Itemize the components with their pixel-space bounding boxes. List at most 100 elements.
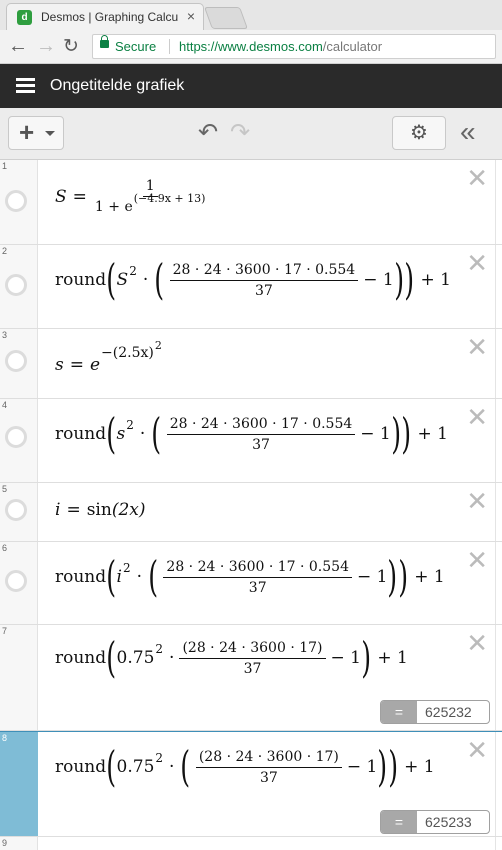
settings-button[interactable]: ⚙: [392, 116, 446, 150]
undo-button[interactable]: ↶: [198, 118, 218, 147]
address-bar[interactable]: Secure https://www.desmos.com/calculator: [92, 34, 496, 59]
frac-numerator: 28 · 24 · 3600 · 17 · 0.554: [163, 559, 352, 578]
math-fraction: 28 · 24 · 3600 · 17 · 0.554 37: [169, 262, 359, 299]
collapse-list-button[interactable]: «: [460, 116, 476, 148]
plus-icon: +: [19, 117, 35, 147]
math-exponent: 2: [155, 751, 164, 765]
math-fraction: (28 · 24 · 3600 · 17) 37: [179, 640, 326, 677]
math-field[interactable]: round(0.75 2 ·( (28 · 24 · 3600 · 17) 37 −…: [55, 746, 435, 788]
math-var: s: [55, 355, 64, 375]
tab-title: Desmos | Graphing Calcu: [41, 10, 179, 24]
math-field[interactable]: round(s 2 ·( 28 · 24 · 3600 · 17 · 0.554 3…: [55, 413, 448, 455]
expression-gutter: 3: [0, 329, 38, 398]
add-item-button[interactable]: +: [8, 116, 64, 150]
back-button[interactable]: ←: [8, 35, 28, 58]
evaluation-result: = 625233: [380, 810, 490, 834]
math-fraction: 1 1 + e(−4.9x + 13): [92, 178, 209, 215]
math-base: 0.75: [116, 757, 155, 777]
frac-numerator: (28 · 24 · 3600 · 17): [195, 749, 342, 768]
math-minus-one: − 1: [360, 424, 391, 444]
url-text[interactable]: https://www.desmos.com/calculator: [179, 39, 382, 54]
math-base: 0.75: [116, 648, 155, 668]
expression-row-selected[interactable]: 8 round(0.75 2 ·( (28 · 24 · 3600 · 17) 37…: [0, 731, 502, 837]
math-fn: round: [55, 424, 107, 444]
expression-toolbar: + ↶ ↷ ⚙ «: [0, 108, 502, 160]
delete-expression-icon[interactable]: ✕: [466, 250, 488, 276]
delete-expression-icon[interactable]: ✕: [466, 737, 488, 763]
delete-expression-icon[interactable]: ✕: [466, 488, 488, 514]
math-fn: round: [55, 757, 107, 777]
math-plus-one: + 1: [414, 567, 445, 587]
frac-den-base: 1 + e: [94, 199, 133, 215]
color-toggle-icon[interactable]: [5, 570, 27, 592]
tab-close-icon[interactable]: ×: [187, 8, 195, 24]
frac-denominator: 37: [252, 436, 270, 453]
reload-button[interactable]: ↻: [63, 35, 79, 58]
expression-gutter: 1: [0, 160, 38, 244]
math-field[interactable]: round(0.75 2 · (28 · 24 · 3600 · 17) 37 − …: [55, 637, 408, 679]
color-toggle-icon[interactable]: [5, 499, 27, 521]
color-toggle-icon[interactable]: [5, 426, 27, 448]
delete-expression-icon[interactable]: ✕: [466, 547, 488, 573]
math-dot: ·: [142, 270, 149, 290]
expression-number: 8: [2, 733, 8, 743]
expression-row[interactable]: 4 round(s 2 ·( 28 · 24 · 3600 · 17 · 0.554…: [0, 399, 502, 483]
math-field[interactable]: i = sin (2x): [55, 500, 145, 520]
browser-tab[interactable]: d Desmos | Graphing Calcu ×: [6, 3, 204, 30]
lock-icon: [100, 35, 109, 48]
expression-gutter: 9: [0, 837, 38, 850]
math-fraction: 28 · 24 · 3600 · 17 · 0.554 37: [163, 559, 352, 596]
menu-icon[interactable]: [16, 78, 35, 94]
math-plus-one: + 1: [377, 648, 408, 668]
expression-row[interactable]: 6 round(i 2 ·( 28 · 24 · 3600 · 17 · 0.554…: [0, 542, 502, 625]
math-var: i: [116, 567, 122, 587]
math-field[interactable]: S = 1 1 + e(−4.9x + 13): [55, 178, 213, 215]
color-toggle-icon[interactable]: [5, 274, 27, 296]
delete-expression-icon[interactable]: ✕: [466, 630, 488, 656]
math-eq: =: [69, 355, 84, 375]
graph-title[interactable]: Ongetitelde grafiek: [50, 77, 184, 95]
math-exponent: 2: [126, 418, 134, 432]
browser-tab-strip: d Desmos | Graphing Calcu ×: [0, 0, 502, 30]
math-exponent: 2: [129, 264, 137, 278]
delete-expression-icon[interactable]: ✕: [466, 404, 488, 430]
expression-row[interactable]: 9: [0, 837, 502, 850]
delete-expression-icon[interactable]: ✕: [466, 165, 488, 191]
expression-number: 1: [2, 161, 8, 171]
expression-gutter: 2: [0, 245, 38, 328]
math-eq: =: [72, 186, 87, 207]
math-exponent: 2: [155, 642, 164, 656]
delete-expression-icon[interactable]: ✕: [466, 334, 488, 360]
math-fn: round: [55, 567, 107, 587]
math-fn: round: [55, 270, 107, 290]
expression-row[interactable]: 1 S = 1 1 + e(−4.9x + 13) ✕: [0, 160, 502, 245]
expression-number: 6: [2, 543, 8, 553]
color-toggle-icon[interactable]: [5, 350, 27, 372]
expression-number: 2: [2, 246, 8, 256]
math-dot: ·: [169, 757, 175, 777]
desmos-favicon-icon: d: [17, 10, 32, 25]
expression-row[interactable]: 2 round(S 2 ·( 28 · 24 · 3600 · 17 · 0.554…: [0, 245, 502, 329]
math-minus-one: − 1: [356, 567, 388, 587]
new-tab-button[interactable]: [203, 7, 249, 29]
frac-denominator: 1 + e(−4.9x + 13): [92, 192, 209, 215]
math-var: i: [55, 500, 61, 520]
evaluation-result: = 625232: [380, 700, 490, 724]
expression-number: 4: [2, 400, 8, 410]
expression-row[interactable]: 7 round(0.75 2 · (28 · 24 · 3600 · 17) 37 …: [0, 625, 502, 731]
math-e: e: [89, 355, 101, 375]
forward-button[interactable]: →: [36, 35, 56, 58]
expression-gutter: 7: [0, 625, 38, 730]
math-eq: =: [66, 500, 81, 520]
expression-row[interactable]: 3 s = e −(2.5x) 2 ✕: [0, 329, 502, 399]
color-toggle-icon[interactable]: [5, 190, 27, 212]
math-field[interactable]: s = e −(2.5x) 2: [55, 339, 162, 376]
expression-gutter: 6: [0, 542, 38, 624]
math-field[interactable]: round(S 2 ·( 28 · 24 · 3600 · 17 · 0.554 3…: [55, 259, 451, 301]
expression-row[interactable]: 5 i = sin (2x) ✕: [0, 483, 502, 542]
math-plus-one: + 1: [417, 424, 448, 444]
result-value: 625233: [425, 814, 472, 830]
redo-button[interactable]: ↷: [230, 118, 250, 147]
math-field[interactable]: round(i 2 ·( 28 · 24 · 3600 · 17 · 0.554 3…: [55, 556, 445, 598]
secure-label: Secure: [115, 39, 157, 54]
